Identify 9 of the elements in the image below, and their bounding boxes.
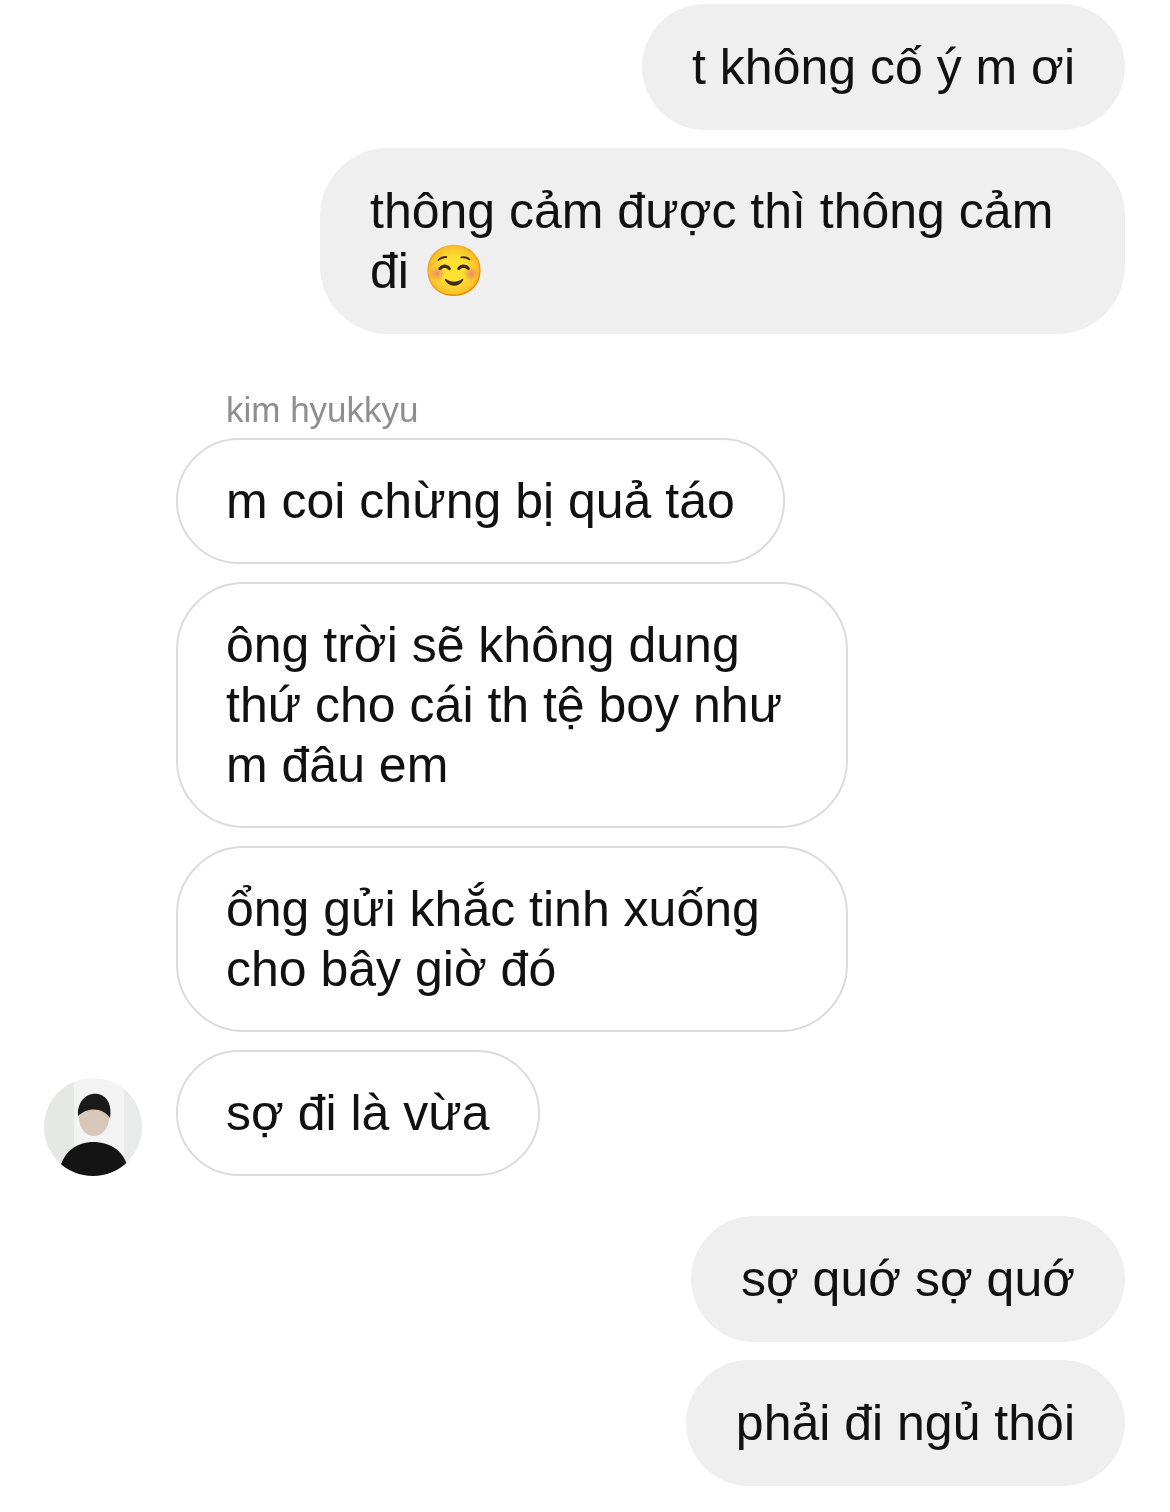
received-message-bubble: m coi chừng bị quả táo [176,438,785,564]
received-message-bubble: ổng gửi khắc tinh xuống cho bây giờ đó [176,846,848,1032]
sent-message-bubble: thông cảm được thì thông cảm đi ☺ [320,148,1125,334]
sent-message-bubble: sợ quớ sợ quớ [690,1216,1125,1342]
sent-message-bubble: t không cố ý m ơi [642,4,1125,130]
sent-message-bubble: phải đi ngủ thôi [685,1360,1125,1486]
sender-name: kim hyukkyu [226,390,419,429]
received-message-bubble: sợ đi là vừa [176,1050,540,1176]
received-message-bubble: ông trời sẽ không dung thứ cho cái th tệ boy như m đâu em [176,582,848,828]
